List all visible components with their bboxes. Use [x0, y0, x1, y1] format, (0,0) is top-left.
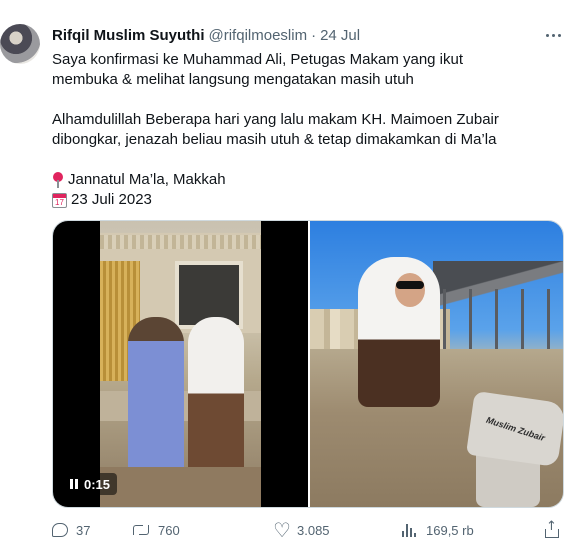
tweet-text: Saya konfirmasi ke Muhammad Ali, Petugas…	[52, 50, 564, 210]
stone-inscription: Muslim Zubair	[485, 414, 547, 443]
video-frame	[100, 221, 261, 507]
share-icon	[543, 519, 559, 538]
pin-icon	[52, 172, 64, 188]
text-line: Saya konfirmasi ke Muhammad Ali, Petugas…	[52, 51, 464, 68]
display-name[interactable]: Rifqil Muslim Suyuthi	[52, 27, 205, 44]
author-avatar[interactable]	[0, 24, 40, 64]
heart-icon	[273, 518, 291, 542]
retweet-icon	[132, 523, 150, 537]
location-text: Jannatul Ma’la, Makkah	[68, 171, 226, 188]
reply-button[interactable]: 37	[52, 523, 90, 538]
retweet-count: 760	[158, 522, 180, 538]
views-button[interactable]: 169,5 rb	[402, 523, 474, 538]
video-player[interactable]: 0:15	[53, 221, 308, 507]
video-controls[interactable]: 0:15	[63, 473, 118, 495]
views-count: 169,5 rb	[426, 522, 474, 538]
text-line: dibongkar, jenazah beliau masih utuh & t…	[52, 131, 497, 148]
date-line: 17 23 Juli 2023	[52, 190, 564, 210]
tweet-timestamp[interactable]: 24 Jul	[320, 27, 360, 44]
user-handle[interactable]: @rifqilmoeslim	[209, 27, 308, 44]
views-icon	[402, 523, 418, 537]
video-time: 0:15	[84, 476, 111, 492]
text-line: Alhamdulillah Beberapa hari yang lalu ma…	[52, 111, 499, 128]
date-text: 23 Juli 2023	[71, 191, 152, 208]
pause-icon[interactable]	[70, 479, 78, 489]
action-bar: 37 760 3.085 169,5 rb	[52, 518, 564, 542]
like-button[interactable]: 3.085	[273, 518, 330, 542]
photo-image[interactable]: Muslim Zubair	[310, 221, 563, 507]
share-button[interactable]	[543, 519, 559, 538]
tweet-header: Rifqil Muslim Suyuthi @rifqilmoeslim · 2…	[52, 24, 575, 46]
media-grid: 0:15 Muslim Zubair	[52, 220, 564, 508]
more-icon[interactable]	[543, 26, 563, 44]
text-line: membuka & melihat langsung mengatakan ma…	[52, 71, 414, 88]
retweet-button[interactable]: 760	[132, 523, 180, 538]
like-count: 3.085	[297, 522, 330, 538]
calendar-icon: 17	[52, 192, 67, 208]
grave-stone: Muslim Zubair	[465, 390, 563, 468]
reply-icon	[52, 523, 68, 537]
reply-count: 37	[76, 522, 91, 538]
header-separator: ·	[311, 26, 317, 44]
location-line: Jannatul Ma’la, Makkah	[52, 170, 564, 190]
